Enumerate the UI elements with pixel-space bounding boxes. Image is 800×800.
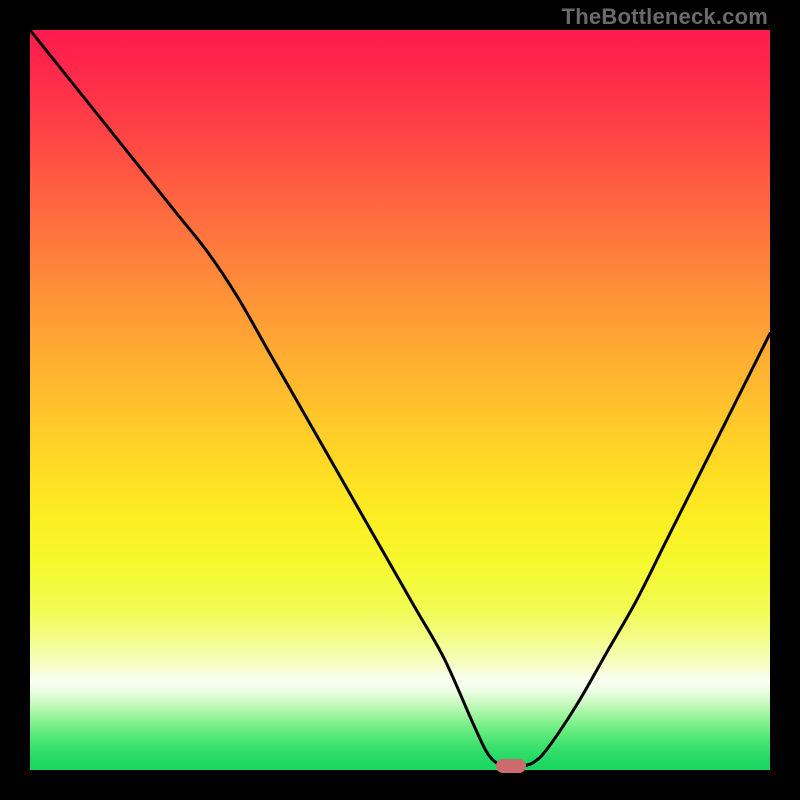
watermark-text: TheBottleneck.com: [562, 4, 768, 30]
chart-frame: TheBottleneck.com: [0, 0, 800, 800]
plot-area: [30, 30, 770, 770]
bottleneck-curve: [30, 30, 770, 770]
optimal-marker: [496, 759, 526, 773]
